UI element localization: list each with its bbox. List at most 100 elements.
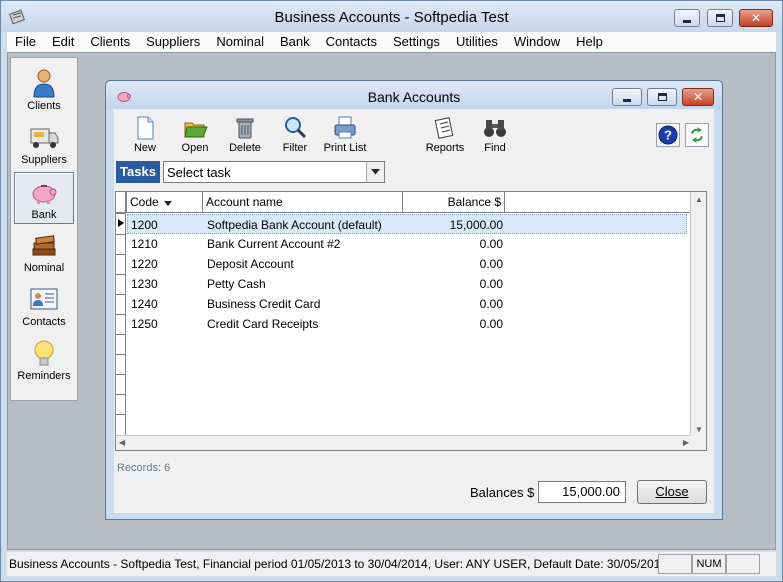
status-pane-blank — [658, 554, 692, 574]
row-divider — [116, 334, 126, 335]
delete-button[interactable]: Delete — [220, 115, 270, 159]
print-list-button[interactable]: Print List — [320, 115, 370, 159]
minimize-button[interactable] — [674, 9, 700, 27]
tasks-selected-value: Select task — [167, 165, 231, 180]
find-label: Find — [484, 142, 506, 154]
scrollbar-corner — [690, 435, 706, 450]
minimize-icon — [623, 98, 631, 102]
vertical-scrollbar[interactable]: ▲ ▼ — [690, 192, 706, 437]
sidebar-item-label: Contacts — [22, 316, 66, 328]
table-row[interactable]: 1250 Credit Card Receipts 0.00 — [127, 314, 687, 334]
balances-total-field: 15,000.00 — [538, 481, 626, 503]
print-list-label: Print List — [323, 142, 367, 154]
horizontal-scrollbar[interactable]: ◀ ▶ — [116, 435, 692, 450]
column-header-account-name[interactable]: Account name — [203, 192, 403, 213]
table-row[interactable]: 1200 Softpedia Bank Account (default) 15… — [127, 214, 687, 234]
row-divider — [116, 374, 126, 375]
sidebar-item-bank[interactable]: Bank — [14, 172, 74, 224]
new-label: New — [133, 142, 156, 154]
menu-nominal[interactable]: Nominal — [208, 32, 272, 52]
menu-settings[interactable]: Settings — [385, 32, 448, 52]
find-button[interactable]: Find — [470, 115, 520, 159]
menu-utilities[interactable]: Utilities — [448, 32, 506, 52]
refresh-icon — [691, 127, 703, 143]
open-label: Open — [181, 142, 209, 154]
menu-file[interactable]: File — [7, 32, 44, 52]
child-minimize-button[interactable] — [612, 88, 642, 106]
menu-window[interactable]: Window — [506, 32, 568, 52]
menu-help[interactable]: Help — [568, 32, 611, 52]
truck-icon — [30, 128, 59, 148]
sidebar-item-label: Clients — [27, 100, 61, 112]
scroll-right-icon[interactable]: ▶ — [683, 438, 689, 447]
sidebar-item-contacts[interactable]: Contacts — [14, 280, 74, 332]
table-row[interactable]: 1210 Bank Current Account #2 0.00 — [127, 234, 687, 254]
tasks-dropdown[interactable]: Select task — [163, 161, 385, 183]
sidebar-item-clients[interactable]: Clients — [14, 64, 74, 116]
status-bar: Business Accounts - Softpedia Test, Fina… — [7, 552, 776, 576]
close-icon: ✕ — [692, 90, 704, 104]
filter-label: Filter — [282, 142, 308, 154]
title-bar: Business Accounts - Softpedia Test ✕ — [1, 1, 782, 32]
scroll-left-icon[interactable]: ◀ — [119, 438, 125, 447]
cell-code: 1200 — [131, 218, 158, 232]
column-header-balance[interactable]: Balance $ — [403, 192, 505, 213]
delete-label: Delete — [229, 142, 261, 154]
window-title: Business Accounts - Softpedia Test — [274, 9, 509, 26]
refresh-button[interactable] — [685, 123, 709, 147]
reports-label: Reports — [425, 142, 465, 154]
cell-balance: 0.00 — [479, 257, 503, 271]
scroll-down-icon[interactable]: ▼ — [695, 425, 703, 434]
column-header-code[interactable]: Code — [127, 192, 203, 213]
table-row[interactable]: 1240 Business Credit Card 0.00 — [127, 294, 687, 314]
chevron-down-icon[interactable] — [366, 162, 384, 182]
child-maximize-button[interactable] — [647, 88, 677, 106]
navigation-sidebar: Clients Suppliers Bank Nominal Contacts … — [10, 57, 78, 401]
filter-button[interactable]: Filter — [270, 115, 320, 159]
close-button[interactable]: Close — [637, 480, 707, 504]
trash-icon — [236, 118, 254, 139]
menu-contacts[interactable]: Contacts — [318, 32, 385, 52]
status-text: Business Accounts - Softpedia Test, Fina… — [9, 557, 667, 571]
cell-code: 1240 — [131, 297, 158, 311]
row-divider — [116, 234, 126, 235]
reports-button[interactable]: Reports — [420, 115, 470, 159]
row-divider — [116, 314, 126, 315]
maximize-button[interactable] — [707, 9, 733, 27]
cell-code: 1250 — [131, 317, 158, 331]
table-header: Code Account name Balance $ — [116, 192, 692, 213]
row-divider — [116, 274, 126, 275]
new-button[interactable]: New — [120, 115, 170, 159]
cell-account-name: Credit Card Receipts — [207, 317, 319, 331]
child-title-bar: Bank Accounts ✕ — [106, 81, 722, 109]
cell-balance: 0.00 — [479, 297, 503, 311]
lightbulb-icon — [34, 340, 54, 366]
sidebar-item-label: Suppliers — [21, 154, 67, 166]
table-row[interactable]: 1230 Petty Cash 0.00 — [127, 274, 687, 294]
menu-bank[interactable]: Bank — [272, 32, 318, 52]
menu-edit[interactable]: Edit — [44, 32, 82, 52]
menu-suppliers[interactable]: Suppliers — [138, 32, 208, 52]
help-button[interactable]: ? — [656, 123, 680, 147]
table-row[interactable]: 1220 Deposit Account 0.00 — [127, 254, 687, 274]
sidebar-item-nominal[interactable]: Nominal — [14, 226, 74, 278]
sidebar-item-label: Bank — [31, 209, 57, 221]
menu-clients[interactable]: Clients — [82, 32, 138, 52]
child-close-button[interactable]: ✕ — [682, 88, 714, 106]
sidebar-item-suppliers[interactable]: Suppliers — [14, 118, 74, 170]
minimize-icon — [683, 19, 691, 23]
child-content: New Open Delete Filter Print List Report… — [114, 109, 714, 513]
close-window-button[interactable]: ✕ — [739, 9, 773, 27]
help-icon: ? — [658, 125, 678, 145]
cell-code: 1220 — [131, 257, 158, 271]
scroll-up-icon[interactable]: ▲ — [695, 195, 703, 204]
records-count: Records: 6 — [117, 462, 171, 474]
sidebar-item-reminders[interactable]: Reminders — [14, 334, 74, 386]
printer-icon — [334, 116, 356, 139]
row-divider — [116, 394, 126, 395]
contact-card-icon — [30, 288, 58, 310]
open-button[interactable]: Open — [170, 115, 220, 159]
status-pane-num: NUM — [692, 554, 726, 574]
cell-account-name: Bank Current Account #2 — [207, 237, 341, 251]
cell-balance: 0.00 — [479, 237, 503, 251]
